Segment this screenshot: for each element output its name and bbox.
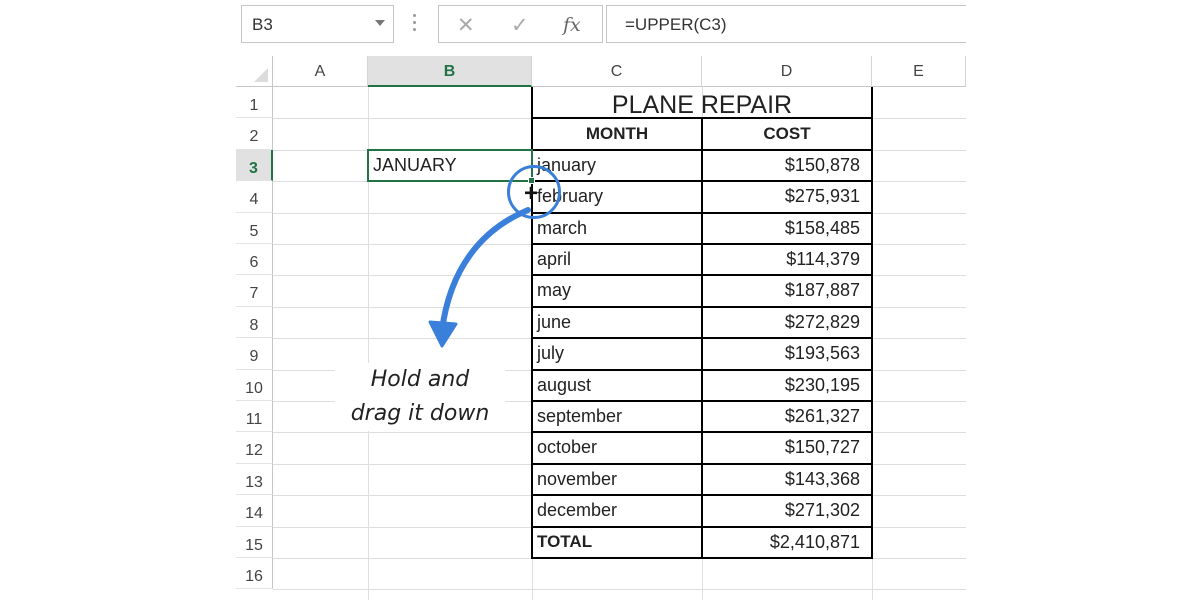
cell-cost[interactable]: $275,931 bbox=[702, 186, 872, 207]
row-header-6[interactable]: 6 bbox=[236, 244, 273, 276]
table-border bbox=[531, 557, 872, 559]
cell-month[interactable]: may bbox=[532, 280, 702, 301]
cell-month[interactable]: june bbox=[532, 312, 702, 333]
table-border bbox=[531, 368, 872, 371]
cell-cost[interactable]: $193,563 bbox=[702, 343, 872, 364]
table-border bbox=[531, 525, 872, 528]
cell-cost[interactable]: $230,195 bbox=[702, 375, 872, 396]
cell-cost[interactable]: $150,727 bbox=[702, 437, 872, 458]
table-border bbox=[531, 400, 872, 402]
annotation-text: Hold and drag it down bbox=[335, 363, 505, 431]
row-header-5[interactable]: 5 bbox=[236, 212, 273, 244]
cell-cost[interactable]: $150,878 bbox=[702, 155, 872, 176]
gridline bbox=[273, 589, 966, 591]
column-header-d[interactable]: D bbox=[702, 56, 872, 87]
name-box[interactable]: B3 bbox=[241, 5, 394, 43]
cell-month[interactable]: december bbox=[532, 500, 702, 521]
column-header-e[interactable]: E bbox=[872, 56, 966, 87]
formula-input[interactable]: =UPPER(C3) bbox=[606, 5, 966, 43]
cell-month[interactable]: august bbox=[532, 375, 702, 396]
row-header-15[interactable]: 15 bbox=[236, 526, 273, 558]
cell-cost[interactable]: $158,485 bbox=[702, 218, 872, 239]
select-all-corner[interactable] bbox=[236, 56, 273, 87]
crosshair-cursor-icon: + bbox=[524, 180, 539, 207]
cell-month[interactable]: november bbox=[532, 469, 702, 490]
table-border bbox=[871, 87, 873, 559]
header-month[interactable]: MONTH bbox=[532, 124, 702, 144]
table-border bbox=[531, 117, 872, 120]
chevron-down-icon[interactable] bbox=[375, 20, 385, 26]
cancel-icon[interactable]: ✕ bbox=[457, 13, 475, 38]
cell-cost[interactable]: $187,887 bbox=[702, 280, 872, 301]
row-header-9[interactable]: 9 bbox=[236, 338, 273, 370]
table-border bbox=[531, 243, 872, 245]
spreadsheet-grid[interactable]: A B C D E 1 2 3 4 5 6 7 8 9 10 11 12 13 14 15 16 PLANE REPAIR… bbox=[236, 56, 966, 600]
column-header-b[interactable]: B bbox=[368, 56, 532, 87]
insert-function-icon[interactable]: fx bbox=[563, 14, 581, 36]
selected-cell-value[interactable]: JANUARY bbox=[368, 155, 457, 176]
row-header-8[interactable]: 8 bbox=[236, 306, 273, 339]
row-header-10[interactable]: 10 bbox=[236, 369, 273, 401]
cell-month[interactable]: april bbox=[532, 249, 702, 270]
row-header-13[interactable]: 13 bbox=[236, 463, 273, 496]
cell-month[interactable]: january bbox=[532, 155, 702, 176]
row-header-4[interactable]: 4 bbox=[236, 181, 273, 213]
table-border bbox=[531, 180, 872, 183]
table-border bbox=[531, 462, 872, 465]
annotation-line-1: Hold and bbox=[370, 367, 470, 392]
table-border bbox=[531, 337, 872, 340]
row-header-1[interactable]: 1 bbox=[236, 87, 273, 119]
total-cost[interactable]: $2,410,871 bbox=[702, 532, 872, 553]
row-header-2[interactable]: 2 bbox=[236, 118, 273, 150]
name-box-value: B3 bbox=[252, 15, 273, 34]
table-border bbox=[531, 305, 872, 308]
cell-cost[interactable]: $143,368 bbox=[702, 469, 872, 490]
cell-cost[interactable]: $272,829 bbox=[702, 312, 872, 333]
column-header-c[interactable]: C bbox=[532, 56, 702, 87]
enter-icon[interactable]: ✓ bbox=[511, 13, 529, 38]
total-label[interactable]: TOTAL bbox=[532, 532, 702, 552]
row-header-3[interactable]: 3 bbox=[236, 149, 273, 182]
table-title[interactable]: PLANE REPAIR bbox=[532, 91, 872, 120]
cell-month[interactable]: october bbox=[532, 437, 702, 458]
cell-month[interactable]: march bbox=[532, 218, 702, 239]
table-border bbox=[531, 148, 872, 151]
cell-cost[interactable]: $261,327 bbox=[702, 406, 872, 427]
formula-text: =UPPER(C3) bbox=[625, 15, 727, 34]
table-border bbox=[531, 211, 872, 214]
header-cost[interactable]: COST bbox=[702, 124, 872, 144]
cell-cost[interactable]: $271,302 bbox=[702, 500, 872, 521]
formula-buttons: ✕ ✓ fx bbox=[438, 5, 603, 43]
row-header-11[interactable]: 11 bbox=[236, 401, 273, 433]
drag-handle-icon[interactable] bbox=[413, 14, 417, 34]
cell-month[interactable]: september bbox=[532, 406, 702, 427]
row-header-14[interactable]: 14 bbox=[236, 495, 273, 527]
cell-cost[interactable]: $114,379 bbox=[702, 249, 872, 270]
table-border bbox=[531, 274, 872, 277]
annotation-line-2: drag it down bbox=[350, 401, 490, 426]
row-header-7[interactable]: 7 bbox=[236, 275, 273, 307]
cell-month[interactable]: july bbox=[532, 343, 702, 364]
row-header-16[interactable]: 16 bbox=[236, 558, 273, 590]
column-header-a[interactable]: A bbox=[273, 56, 368, 87]
row-header-12[interactable]: 12 bbox=[236, 432, 273, 464]
table-border bbox=[531, 494, 872, 497]
table-border bbox=[531, 431, 872, 434]
